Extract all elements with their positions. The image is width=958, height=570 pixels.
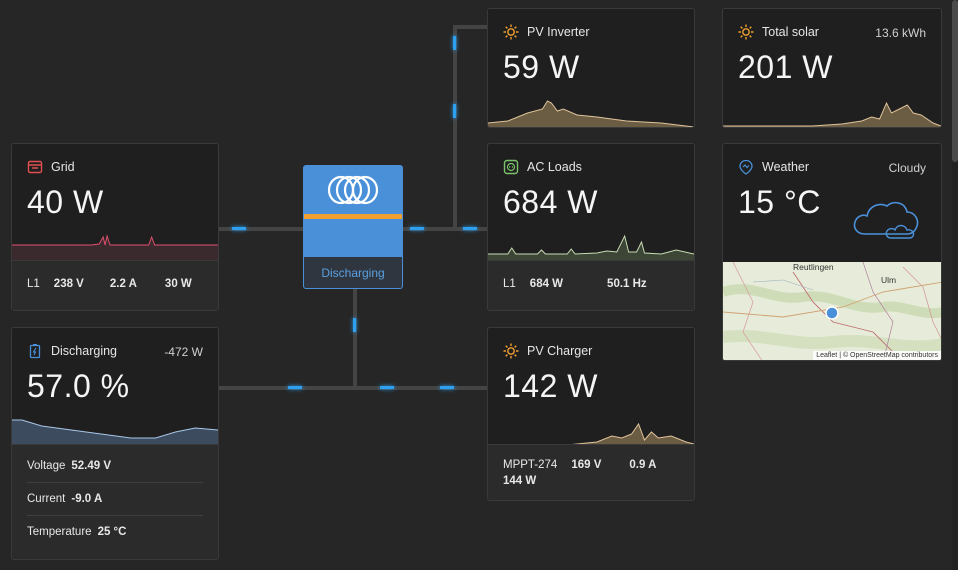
grid-card[interactable]: Grid 40 W L1 238 V 2.2 A 30 W <box>11 143 219 311</box>
energy-flow-dot <box>410 227 424 230</box>
pv-charger-title: PV Charger <box>527 344 593 358</box>
grid-icon <box>27 160 43 174</box>
battery-sparkline <box>12 419 218 446</box>
total-solar-power: 201 W <box>738 49 833 85</box>
grid-watts: 30 W <box>164 278 192 290</box>
battery-title: Discharging <box>51 344 118 358</box>
pv-charger-watts: 144 W <box>503 475 537 487</box>
battery-voltage-value: 52.49 V <box>71 459 112 472</box>
grid-power: 40 W <box>27 184 104 220</box>
map-attribution[interactable]: Leaflet | © OpenStreetMap contributors <box>813 351 941 360</box>
scrollbar-thumb[interactable] <box>952 0 958 162</box>
energy-flow-dot <box>453 104 456 118</box>
weather-map[interactable]: Reutlingen Ulm Leaflet | © OpenStreetMap… <box>723 262 941 360</box>
grid-sparkline <box>12 234 218 262</box>
grid-title: Grid <box>51 160 75 174</box>
battery-icon <box>29 344 41 359</box>
battery-card[interactable]: Discharging -472 W 57.0 % Voltage 52.49 … <box>11 327 219 560</box>
weather-title: Weather <box>762 160 810 174</box>
pv-inverter-card[interactable]: PV Inverter 59 W <box>487 8 695 128</box>
ac-loads-sparkline <box>488 234 694 262</box>
cloud-icon <box>853 201 919 239</box>
total-solar-card[interactable]: Total solar 13.6 kWh 201 W <box>722 8 942 128</box>
pv-charger-sparkline <box>488 422 694 446</box>
inverter-block[interactable]: Discharging <box>303 165 403 289</box>
total-solar-sparkline <box>723 101 941 127</box>
battery-voltage-label: Voltage <box>27 459 66 472</box>
energy-flow-dot <box>288 386 302 389</box>
battery-temperature-label: Temperature <box>27 525 92 538</box>
ac-loads-frequency: 50.1 Hz <box>607 278 647 290</box>
battery-current-value: -9.0 A <box>71 492 103 505</box>
energy-flow-dot <box>353 318 356 332</box>
weather-card[interactable]: Weather Cloudy 15 °C Reutlingen Ulm Leaf… <box>722 143 942 361</box>
flow-line-pv-inverter-h <box>453 25 488 29</box>
energy-flow-dot <box>463 227 477 230</box>
map-city-ulm: Ulm <box>881 275 897 285</box>
weather-icon <box>739 159 753 175</box>
pv-charger-voltage: 169 V <box>571 459 602 471</box>
pv-inverter-power: 59 W <box>503 49 580 85</box>
pv-charger-current: 0.9 A <box>629 459 657 471</box>
grid-l1-label: L1 <box>27 278 40 290</box>
map-city-reutlingen: Reutlingen <box>793 262 834 272</box>
plug-icon <box>503 159 519 175</box>
ac-loads-power: 684 W <box>503 184 598 220</box>
weather-condition: Cloudy <box>888 161 926 175</box>
weather-temperature: 15 °C <box>738 184 821 220</box>
total-solar-title: Total solar <box>762 25 819 39</box>
flow-line-grid <box>218 227 304 231</box>
ac-loads-watts: 684 W <box>529 278 564 290</box>
battery-current-label: Current <box>27 492 66 505</box>
battery-soc: 57.0 % <box>27 368 130 404</box>
ac-loads-card[interactable]: AC Loads 684 W L1 684 W 50.1 Hz <box>487 143 695 311</box>
energy-flow-dot <box>440 386 454 389</box>
grid-current: 2.2 A <box>109 278 137 290</box>
pv-charger-name: MPPT-274 <box>503 459 558 471</box>
ac-loads-title: AC Loads <box>527 160 582 174</box>
battery-current-row: Current -9.0 A <box>27 482 203 516</box>
inverter-status: Discharging <box>304 257 402 288</box>
energy-flow-dot <box>232 227 246 230</box>
energy-flow-dot <box>380 386 394 389</box>
grid-voltage: 238 V <box>53 278 84 290</box>
pv-charger-card[interactable]: PV Charger 142 W MPPT-274 169 V 0.9 A 14… <box>487 327 695 501</box>
sun-icon <box>738 24 754 40</box>
ac-loads-l1-label: L1 <box>503 278 516 290</box>
battery-power: -472 W <box>164 345 203 359</box>
flow-line-battery <box>353 288 357 388</box>
total-solar-energy: 13.6 kWh <box>875 26 926 40</box>
victron-logo-icon <box>327 175 379 205</box>
map-tiles <box>723 262 941 360</box>
pv-inverter-sparkline <box>488 100 694 127</box>
flow-line-pv-inverter <box>453 25 457 229</box>
pv-inverter-title: PV Inverter <box>527 25 590 39</box>
battery-temperature-row: Temperature 25 °C <box>27 515 203 548</box>
battery-voltage-row: Voltage 52.49 V <box>27 449 203 483</box>
energy-flow-dot <box>453 36 456 50</box>
sun-icon <box>503 343 519 359</box>
pv-charger-power: 142 W <box>503 368 598 404</box>
sun-icon <box>503 24 519 40</box>
battery-temperature-value: 25 °C <box>97 525 127 538</box>
